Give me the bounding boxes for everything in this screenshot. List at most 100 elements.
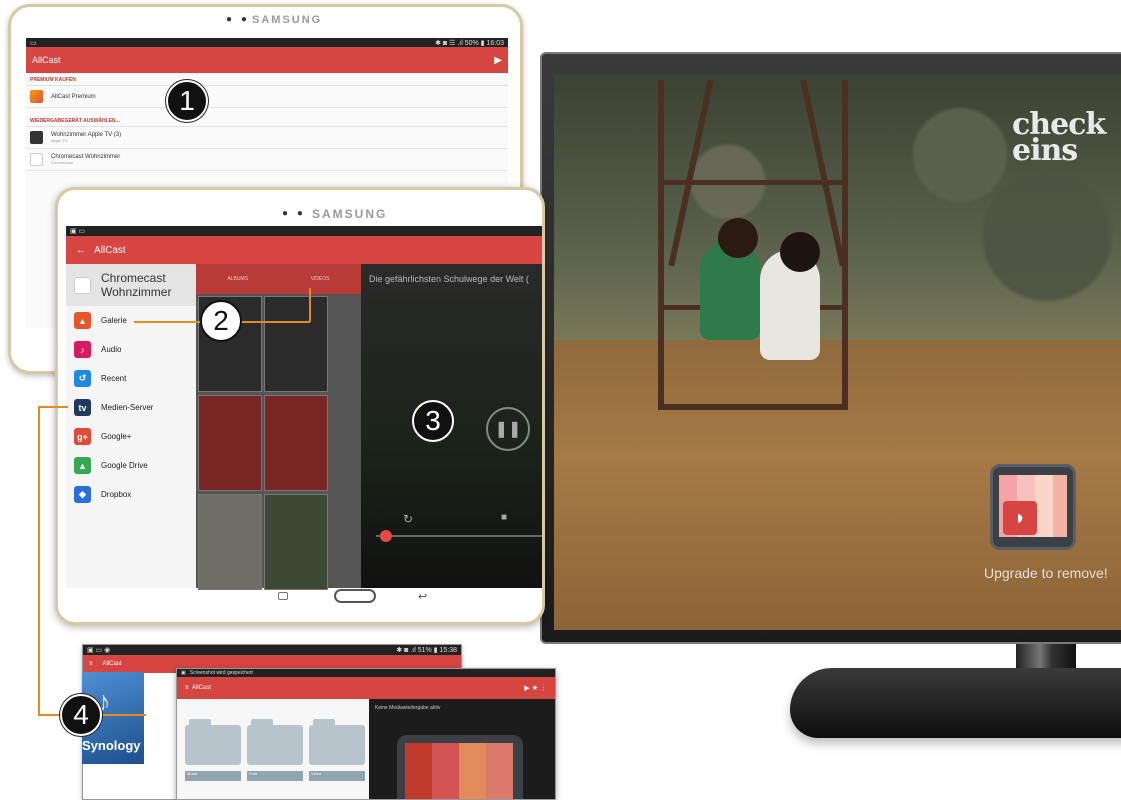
device-type: Chromecast — [51, 160, 73, 165]
media-thumbnail[interactable] — [198, 494, 262, 590]
tv-child-head — [718, 218, 758, 258]
status-bar: ▣ ▭ ◉ ✱ ◙ .ıl 51% ▮ 15:38 — [83, 645, 461, 655]
folder-icon — [247, 725, 303, 765]
seek-bar[interactable] — [376, 535, 542, 537]
tablet-brand: SAMSUNG — [312, 207, 388, 221]
drawer-item-medien-server[interactable]: tv Medien-Server — [66, 393, 196, 422]
callout-line — [240, 321, 310, 323]
app-bar: ≡ AllCast ▶ ★ ⋮ — [177, 677, 555, 699]
premium-item[interactable]: AllCast Premium — [26, 86, 508, 108]
audio-icon: ♪ — [74, 341, 91, 358]
back-arrow-icon[interactable]: ← — [76, 245, 86, 256]
device-apple-tv[interactable]: Wohnzimmer Apple TV (3) Apple TV — [26, 127, 508, 149]
tablet-sensors: ● ● — [226, 14, 250, 25]
upgrade-text: Upgrade to remove! — [984, 565, 1108, 581]
callout-line — [38, 714, 62, 716]
media-thumbnail[interactable] — [264, 296, 328, 392]
more-icon[interactable]: ⋮ — [540, 685, 547, 692]
synology-label: Synology — [82, 738, 141, 753]
section-devices: WIEDERGABEGERÄT AUSWÄHLEN... — [26, 114, 508, 127]
folder-tile[interactable]: Video — [309, 715, 365, 781]
media-thumbnail[interactable] — [264, 395, 328, 491]
folder-label: Musik — [185, 771, 241, 781]
app-title: AllCast — [32, 55, 61, 65]
menu-icon[interactable]: ≡ — [185, 685, 189, 691]
allcast-cast-icon: ◗ — [990, 464, 1076, 550]
app-title: AllCast — [102, 661, 122, 667]
player-status: Keine Mediawiedergabe aktiv — [375, 705, 441, 711]
replay-icon[interactable]: ↻ — [403, 512, 413, 526]
tv-channel-logo: check eins — [1012, 110, 1121, 166]
drawer-item-label: Galerie — [101, 316, 127, 325]
drawer-item-recent[interactable]: ↺ Recent — [66, 364, 196, 393]
tablet-sensors: ● ● — [282, 208, 306, 219]
status-right: ✱ ◙ ☰ .ıl 50% ▮ 16:03 — [435, 39, 504, 47]
folder-tile[interactable]: Foto — [247, 715, 303, 781]
device-chromecast[interactable]: Chromecast Wohnzimmer Chromecast — [26, 149, 508, 171]
drawer-item-label: Google+ — [101, 432, 132, 441]
tv-child-head — [780, 232, 820, 272]
dropbox-icon: ◆ — [74, 486, 91, 503]
callout-line — [38, 406, 40, 716]
recent-apps-icon[interactable] — [278, 592, 288, 600]
home-button[interactable] — [334, 589, 376, 603]
callout-line — [134, 321, 204, 323]
back-icon[interactable]: ↩ — [418, 590, 427, 603]
star-icon[interactable]: ★ — [532, 685, 538, 692]
media-tabs: ALBUMS VIDEOS — [196, 264, 361, 294]
drawer-item-label: Audio — [101, 345, 122, 354]
drawer-item-label: Google Drive — [101, 461, 148, 470]
play-icon[interactable]: ▶ — [494, 55, 502, 66]
folder-icon — [309, 725, 365, 765]
chromecast-icon — [74, 276, 91, 294]
tv-stand-base — [790, 668, 1121, 738]
app-title: AllCast — [191, 685, 211, 691]
google-drive-icon: ▲ — [74, 457, 91, 474]
media-thumbnail[interactable] — [264, 494, 328, 590]
notification-bar: ▣ Screenshot wird gespeichert — [177, 669, 555, 677]
drawer-item-google-drive[interactable]: ▲ Google Drive — [66, 451, 196, 480]
callout-4: 4 — [60, 694, 102, 736]
device-header-label: Chromecast Wohnzimmer — [101, 271, 172, 299]
allcast-logo-icon — [397, 735, 523, 799]
callout-3: 3 — [412, 400, 454, 442]
drawer-item-dropbox[interactable]: ◆ Dropbox — [66, 480, 196, 509]
notification-text: Screenshot wird gespeichert — [189, 670, 253, 676]
drawer-list: ▲ Galerie ♪ Audio ↺ Recent tv Medien-Server g+ Go… — [66, 306, 196, 509]
tab-videos[interactable]: VIDEOS — [311, 276, 330, 282]
media-thumbnail[interactable] — [198, 395, 262, 491]
apple-tv-icon — [30, 131, 43, 144]
seek-handle[interactable] — [380, 530, 392, 542]
status-bar: ▣ ▭ — [66, 226, 542, 236]
app-bar: AllCast ▶ — [26, 47, 508, 73]
player-panel: Keine Mediawiedergabe aktiv — [369, 699, 555, 799]
status-left-icons: ▭ — [30, 39, 37, 47]
menu-icon[interactable]: ≡ — [89, 661, 93, 667]
drawer-device-header[interactable]: Chromecast Wohnzimmer — [66, 264, 196, 306]
drawer-item-google-[interactable]: g+ Google+ — [66, 422, 196, 451]
play-icon[interactable]: ▶ — [524, 685, 529, 692]
callout-line — [102, 714, 146, 716]
cage-bar — [664, 180, 844, 185]
chromecast-icon — [30, 153, 43, 166]
medien-server-icon: tv — [74, 399, 91, 416]
callout-line — [38, 406, 68, 408]
cast-wifi-icon: ◗ — [1003, 501, 1037, 535]
google--icon: g+ — [74, 428, 91, 445]
app-bar: ← AllCast — [66, 236, 542, 264]
callout-line — [309, 288, 311, 322]
folder-label: Foto — [247, 771, 303, 781]
screenshot-icon: ▣ — [181, 670, 186, 676]
drawer-item-label: Dropbox — [101, 490, 132, 499]
pause-button[interactable]: ❚❚ — [486, 407, 530, 451]
folder-label: Video — [309, 771, 365, 781]
stop-icon[interactable]: ■ — [501, 512, 507, 523]
screen-3-front: ▣ Screenshot wird gespeichert ≡ AllCast … — [176, 668, 556, 800]
drawer-item-label: Recent — [101, 374, 127, 383]
device-type: Apple TV — [51, 138, 68, 143]
folder-tile[interactable]: Musik — [185, 715, 241, 781]
tab-albums[interactable]: ALBUMS — [227, 276, 248, 282]
status-bar: ▭ ✱ ◙ ☰ .ıl 50% ▮ 16:03 — [26, 38, 508, 47]
drawer-item-audio[interactable]: ♪ Audio — [66, 335, 196, 364]
premium-item-label: AllCast Premium — [51, 93, 96, 100]
